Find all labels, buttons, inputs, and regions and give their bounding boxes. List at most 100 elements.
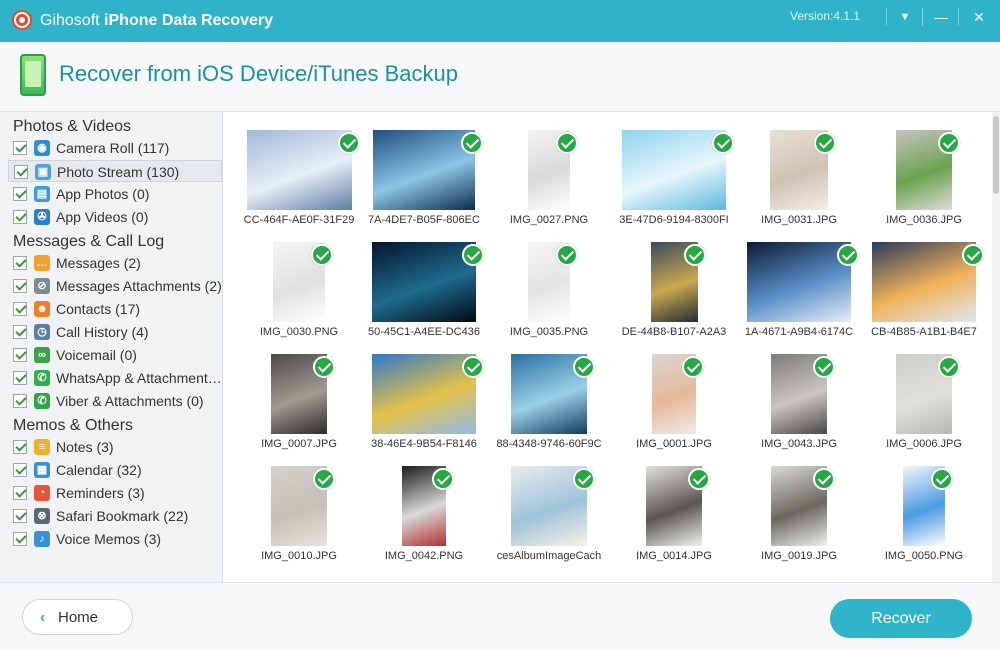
scrollbar-thumb[interactable] — [993, 116, 999, 194]
sidebar-item-messages[interactable]: … Messages (2) — [8, 252, 222, 274]
category-checkbox[interactable] — [13, 463, 27, 477]
selected-check-icon[interactable] — [688, 468, 710, 490]
photo-thumbnail[interactable]: IMG_0001.JPG — [615, 348, 733, 453]
dropdown-menu-button[interactable]: ▼ — [888, 0, 922, 34]
photo-image[interactable] — [247, 130, 352, 210]
photo-image[interactable] — [747, 242, 851, 322]
category-checkbox[interactable] — [13, 440, 27, 454]
selected-check-icon[interactable] — [311, 244, 333, 266]
photo-thumbnail[interactable]: IMG_0050.PNG — [865, 460, 983, 565]
selected-check-icon[interactable] — [573, 468, 595, 490]
photo-image[interactable] — [622, 130, 726, 210]
selected-check-icon[interactable] — [712, 132, 734, 154]
category-checkbox[interactable] — [13, 302, 27, 316]
photo-thumbnail[interactable]: 1A-4671-A9B4-6174C — [740, 236, 859, 341]
chevron-left-icon: ‹ — [40, 609, 46, 626]
sidebar-item-contacts[interactable]: ☻ Contacts (17) — [8, 298, 222, 320]
sidebar-item-reminders[interactable]: ◔ Reminders (3) — [8, 482, 222, 504]
selected-check-icon[interactable] — [338, 132, 360, 154]
sidebar-item-voicemail[interactable]: ∞ Voicemail (0) — [8, 344, 222, 366]
sidebar-item-app-videos[interactable]: ✇ App Videos (0) — [8, 206, 222, 228]
category-checkbox[interactable] — [13, 187, 27, 201]
photo-thumbnail[interactable]: IMG_0014.JPG — [615, 460, 733, 565]
sidebar-item-calendar[interactable]: ▦ Calendar (32) — [8, 459, 222, 481]
photo-image[interactable] — [372, 242, 476, 322]
category-checkbox[interactable] — [13, 325, 27, 339]
selected-check-icon[interactable] — [837, 244, 859, 266]
photo-thumbnail[interactable]: IMG_0042.PNG — [365, 460, 483, 565]
sidebar-item-notes[interactable]: ≡ Notes (3) — [8, 436, 222, 458]
photo-thumbnail[interactable]: IMG_0035.PNG — [490, 236, 608, 341]
photo-thumbnail[interactable]: IMG_0006.JPG — [865, 348, 983, 453]
photo-thumbnail[interactable]: CC-464F-AE0F-31F29 — [240, 124, 360, 229]
photo-image[interactable] — [872, 242, 976, 322]
category-checkbox[interactable] — [14, 165, 28, 179]
sidebar-item-call-history[interactable]: ◷ Call History (4) — [8, 321, 222, 343]
photo-filename: IMG_0027.PNG — [509, 214, 589, 226]
sidebar-item-voice-memos[interactable]: ♪ Voice Memos (3) — [8, 528, 222, 550]
selected-check-icon[interactable] — [813, 468, 835, 490]
selected-check-icon[interactable] — [938, 132, 960, 154]
selected-check-icon[interactable] — [313, 356, 335, 378]
selected-check-icon[interactable] — [938, 356, 960, 378]
photo-thumbnail[interactable]: 38-46E4-9B54-F8146 — [365, 348, 484, 453]
photo-thumbnail[interactable]: IMG_0027.PNG — [490, 124, 608, 229]
category-checkbox[interactable] — [13, 348, 27, 362]
selected-check-icon[interactable] — [462, 356, 484, 378]
sidebar-item-photo-stream[interactable]: ▣ Photo Stream (130) — [8, 160, 222, 182]
category-checkbox[interactable] — [13, 279, 27, 293]
photo-thumbnail[interactable]: IMG_0031.JPG — [740, 124, 858, 229]
category-checkbox[interactable] — [13, 532, 27, 546]
selected-check-icon[interactable] — [461, 132, 483, 154]
photo-thumbnail[interactable]: IMG_0030.PNG — [240, 236, 358, 341]
home-button[interactable]: ‹ Home — [22, 599, 133, 635]
sidebar-item-camera[interactable]: ◉ Camera Roll (117) — [8, 137, 222, 159]
selected-check-icon[interactable] — [573, 356, 595, 378]
photo-thumbnail[interactable]: IMG_0007.JPG — [240, 348, 358, 453]
category-checkbox[interactable] — [13, 210, 27, 224]
category-checkbox[interactable] — [13, 486, 27, 500]
titlebar-divider — [922, 8, 923, 26]
selected-check-icon[interactable] — [814, 132, 836, 154]
sidebar-item-attachment[interactable]: ⊘ Messages Attachments (2) — [8, 275, 222, 297]
selected-check-icon[interactable] — [962, 244, 984, 266]
photo-thumbnail[interactable]: 3E-47D6-9194-8300FI — [615, 124, 734, 229]
sidebar-item-label: Voice Memos (3) — [56, 531, 162, 547]
photo-thumbnail[interactable]: 50-45C1-A4EE-DC436 — [365, 236, 484, 341]
selected-check-icon[interactable] — [556, 244, 578, 266]
selected-check-icon[interactable] — [432, 468, 454, 490]
category-checkbox[interactable] — [13, 394, 27, 408]
selected-check-icon[interactable] — [556, 132, 578, 154]
photo-image[interactable] — [373, 130, 475, 210]
close-button[interactable]: ✕ — [962, 0, 996, 34]
photo-thumbnail[interactable]: IMG_0019.JPG — [740, 460, 858, 565]
selected-check-icon[interactable] — [313, 468, 335, 490]
photo-filename: IMG_0043.JPG — [761, 438, 837, 450]
photo-thumbnail[interactable]: 88-4348-9746-60F9C — [490, 348, 608, 453]
selected-check-icon[interactable] — [813, 356, 835, 378]
recover-button[interactable]: Recover — [830, 599, 972, 638]
photo-thumbnail[interactable]: IMG_0036.JPG — [865, 124, 983, 229]
selected-check-icon[interactable] — [684, 244, 706, 266]
category-checkbox[interactable] — [13, 256, 27, 270]
category-checkbox[interactable] — [13, 141, 27, 155]
photo-thumbnail[interactable]: IMG_0010.JPG — [240, 460, 358, 565]
photo-thumbnail[interactable]: 7A-4DE7-B05F-806EC — [365, 124, 483, 229]
photo-thumbnail[interactable]: CB-4B85-A1B1-B4E7 — [865, 236, 984, 341]
category-checkbox[interactable] — [13, 371, 27, 385]
photo-thumbnail[interactable]: DE-44B8-B107-A2A3 — [615, 236, 733, 341]
selected-check-icon[interactable] — [682, 356, 704, 378]
photo-thumbnail[interactable]: cesAlbumImageCach — [490, 460, 608, 565]
selected-check-icon[interactable] — [931, 468, 953, 490]
sidebar-item-label: Contacts (17) — [56, 301, 141, 317]
sidebar-item-safari[interactable]: ⊗ Safari Bookmark (22) — [8, 505, 222, 527]
photo-thumbnail[interactable]: IMG_0043.JPG — [740, 348, 858, 453]
selected-check-icon[interactable] — [462, 244, 484, 266]
sidebar-item-whatsapp[interactable]: ✆ WhatsApp & Attachments (0) — [8, 367, 222, 389]
minimize-button[interactable]: — — [924, 0, 958, 34]
sidebar-item-viber[interactable]: ✆ Viber & Attachments (0) — [8, 390, 222, 412]
vertical-scrollbar[interactable] — [992, 112, 1000, 582]
photo-image[interactable] — [372, 354, 476, 434]
sidebar-item-app-photos[interactable]: ▤ App Photos (0) — [8, 183, 222, 205]
category-checkbox[interactable] — [13, 509, 27, 523]
